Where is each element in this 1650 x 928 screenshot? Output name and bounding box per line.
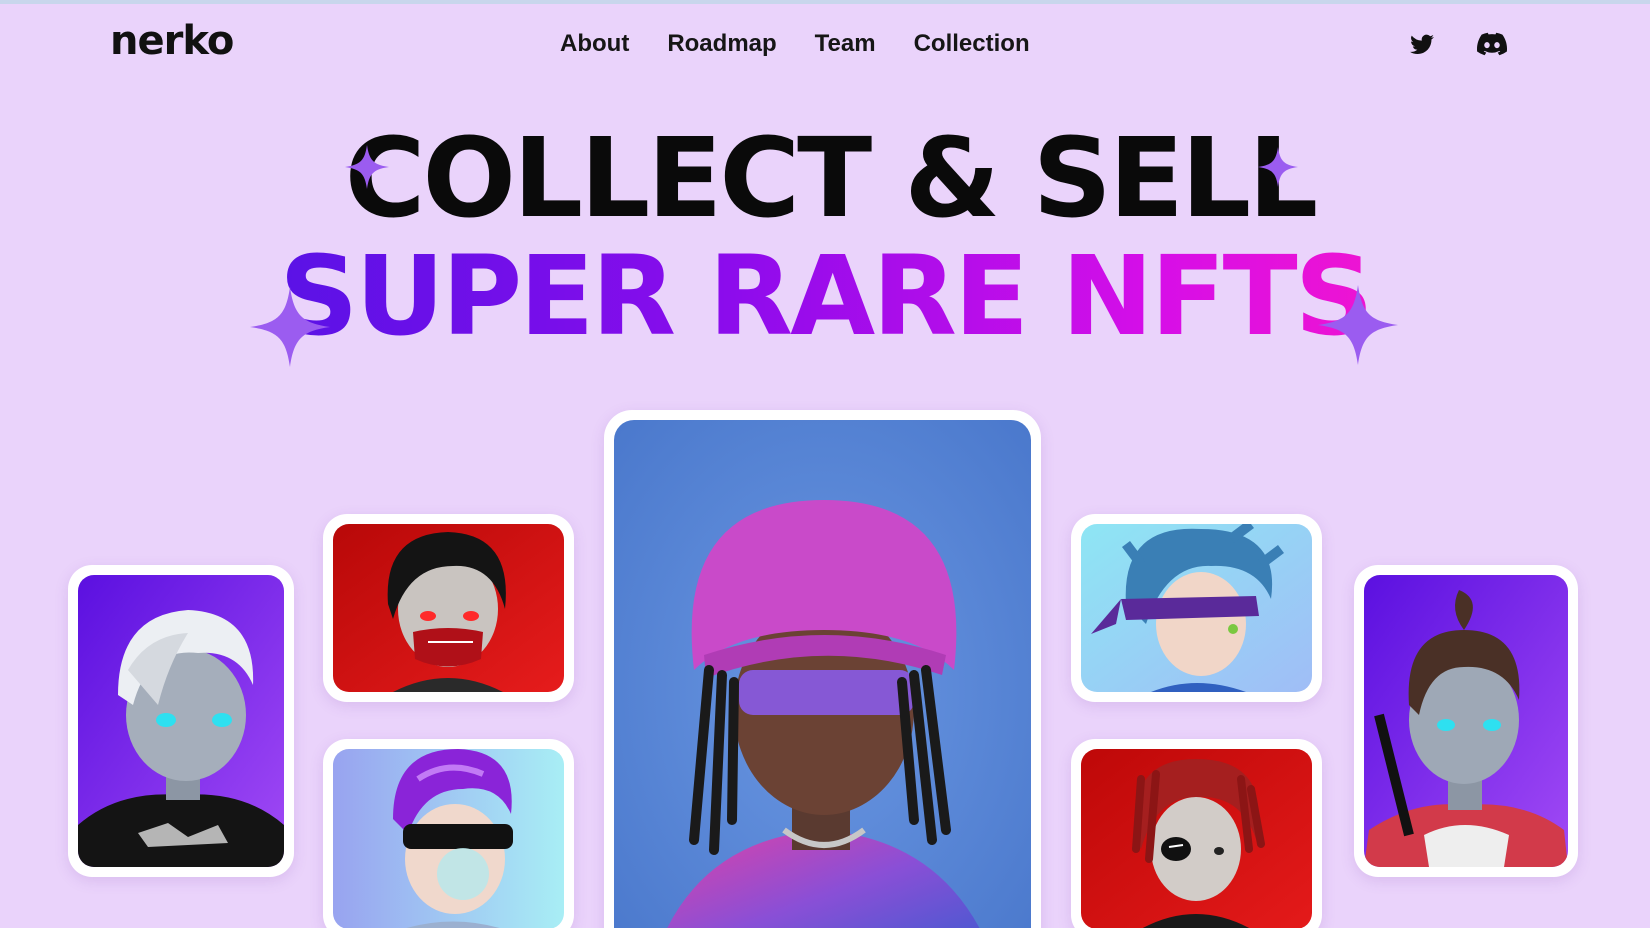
nav-team[interactable]: Team bbox=[815, 30, 876, 58]
nft-image bbox=[1081, 524, 1312, 692]
logo[interactable]: nerko bbox=[110, 18, 234, 64]
sparkle-icon bbox=[250, 287, 330, 367]
sparkle-icon bbox=[1318, 285, 1398, 365]
nft-image bbox=[614, 420, 1031, 928]
main-nav: About Roadmap Team Collection bbox=[560, 30, 1030, 58]
nft-card-masked-red[interactable] bbox=[323, 514, 574, 702]
nft-card-red-dreads-eyepatch[interactable] bbox=[1071, 739, 1322, 928]
nft-card-blue-hair-blindfold[interactable] bbox=[1071, 514, 1322, 702]
twitter-icon[interactable] bbox=[1408, 32, 1438, 60]
nft-card-featured-pink-beanie[interactable] bbox=[604, 410, 1041, 928]
nft-image bbox=[78, 575, 284, 867]
nft-card-white-hair-android[interactable] bbox=[68, 565, 294, 877]
page: nerko About Roadmap Team Collection COLL… bbox=[0, 0, 1650, 928]
nft-card-ponytail-android[interactable] bbox=[1354, 565, 1578, 877]
nft-image bbox=[1364, 575, 1568, 867]
nft-card-purple-hair-bubblegum[interactable] bbox=[323, 739, 574, 928]
sparkle-icon bbox=[345, 145, 389, 189]
discord-icon[interactable] bbox=[1477, 32, 1508, 60]
sparkle-icon bbox=[1258, 147, 1298, 187]
hero-gradient-text: SUPER RARE NFTS bbox=[279, 232, 1374, 360]
nft-image bbox=[333, 749, 564, 928]
nav-about[interactable]: About bbox=[560, 30, 629, 58]
nft-image bbox=[1081, 749, 1312, 928]
hero-headline-line1: COLLECT & SELL bbox=[344, 114, 1318, 242]
hero-headline-line2: SUPER RARE NFTS bbox=[0, 236, 1650, 356]
nft-image bbox=[333, 524, 564, 692]
nav-roadmap[interactable]: Roadmap bbox=[667, 30, 776, 58]
browser-top-line bbox=[0, 0, 1650, 4]
nav-collection[interactable]: Collection bbox=[914, 30, 1030, 58]
